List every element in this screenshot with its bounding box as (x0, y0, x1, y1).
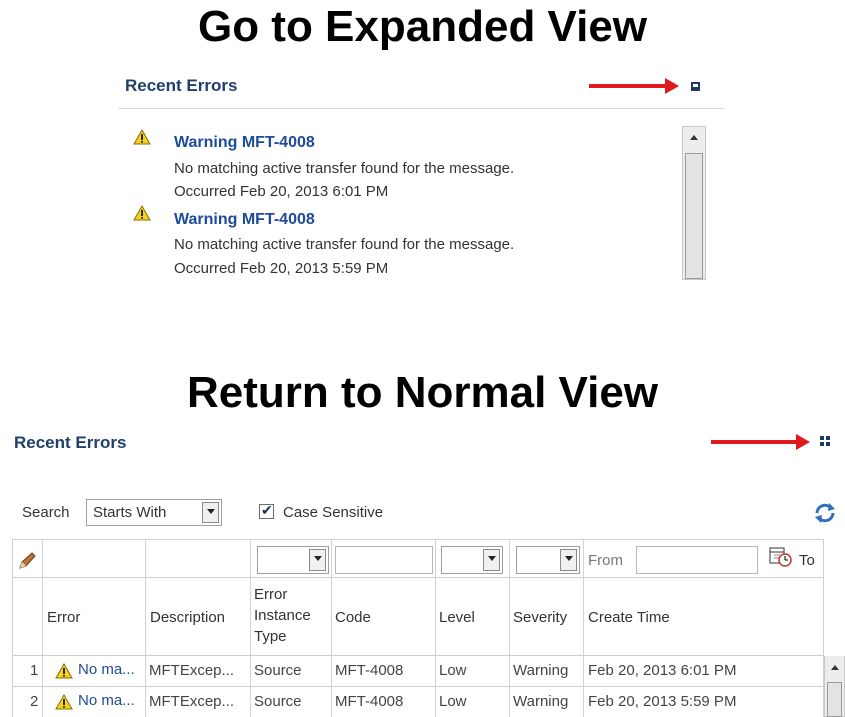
chevron-down-icon[interactable] (309, 549, 326, 571)
instance-type-filter[interactable] (257, 546, 329, 574)
column-header-error[interactable]: Error (47, 607, 80, 628)
warning-icon (133, 129, 151, 145)
column-header-severity[interactable]: Severity (513, 607, 567, 628)
column-header-code[interactable]: Code (335, 607, 371, 628)
cell-description: MFTExcep... (149, 662, 235, 679)
scroll-up-icon[interactable] (831, 665, 839, 670)
row-number: 1 (30, 662, 39, 679)
expanded-view-heading: Go to Expanded View (197, 2, 648, 51)
chevron-down-icon[interactable] (202, 502, 219, 523)
calendar-clock-icon[interactable] (768, 545, 794, 569)
error-link[interactable]: No ma... (78, 692, 135, 709)
occurred-label: Occurred (174, 260, 236, 277)
case-sensitive-checkbox[interactable] (259, 502, 274, 519)
normal-view-heading: Return to Normal View (186, 368, 659, 417)
level-filter[interactable] (441, 546, 503, 574)
warning-icon (55, 663, 73, 679)
errors-scrollbar[interactable] (682, 126, 706, 280)
column-header-create-time[interactable]: Create Time (588, 607, 670, 628)
cell-severity: Warning (513, 662, 569, 679)
occurred-value: Feb 20, 2013 5:59 PM (239, 260, 389, 277)
cell-severity: Warning (513, 693, 569, 710)
cell-create-time: Feb 20, 2013 6:01 PM (588, 662, 737, 679)
occurred-value: Feb 20, 2013 6:01 PM (239, 183, 389, 200)
severity-filter[interactable] (516, 546, 580, 574)
maximize-icon[interactable] (691, 82, 700, 91)
scrollbar-thumb[interactable] (685, 153, 703, 279)
cell-description: MFTExcep... (149, 693, 235, 710)
column-header-description[interactable]: Description (150, 607, 225, 628)
error-title-link[interactable]: Warning MFT-4008 (174, 134, 315, 152)
chevron-down-icon[interactable] (483, 549, 500, 571)
search-operator-value: Starts With (93, 504, 167, 521)
column-header-instance-type[interactable]: Error Instance Type (254, 584, 326, 647)
error-message: No matching active transfer found for th… (174, 160, 515, 177)
restore-icon[interactable] (820, 436, 830, 446)
from-label: From (588, 552, 623, 569)
occurred-label: Occurred (174, 183, 236, 200)
case-sensitive-label: Case Sensitive (283, 504, 384, 521)
panel-title: Recent Errors (14, 433, 127, 452)
panel-title: Recent Errors (125, 76, 238, 95)
pencil-icon[interactable] (17, 551, 37, 571)
cell-level: Low (439, 662, 467, 679)
cell-instance-type: Source (254, 662, 302, 679)
grid-line (12, 577, 824, 578)
table-scrollbar[interactable] (824, 656, 845, 717)
pointer-arrow-line (711, 440, 797, 444)
code-filter-input[interactable] (335, 546, 433, 574)
chevron-down-icon[interactable] (560, 549, 577, 571)
table-row[interactable]: 2 No ma... MFTExcep... Source MFT-4008 L… (12, 687, 824, 717)
error-link[interactable]: No ma... (78, 661, 135, 678)
error-occurred: Occurred Feb 20, 2013 6:01 PM (174, 183, 388, 200)
cell-create-time: Feb 20, 2013 5:59 PM (588, 693, 737, 710)
search-label: Search (22, 504, 70, 521)
error-message: No matching active transfer found for th… (174, 236, 515, 253)
warning-icon (133, 205, 151, 221)
error-occurred: Occurred Feb 20, 2013 5:59 PM (174, 260, 388, 277)
to-label: To (799, 552, 815, 569)
pointer-arrow-line (589, 84, 666, 88)
cell-instance-type: Source (254, 693, 302, 710)
row-number: 2 (30, 693, 39, 710)
cell-level: Low (439, 693, 467, 710)
panel-header-divider (118, 108, 724, 109)
table-row[interactable]: 1 No ma... MFTExcep... Source MFT-4008 L… (12, 656, 824, 686)
warning-icon (55, 694, 73, 710)
cell-code: MFT-4008 (335, 662, 404, 679)
scroll-up-icon[interactable] (690, 135, 698, 140)
pointer-arrow-head (796, 434, 810, 450)
scrollbar-thumb[interactable] (827, 682, 842, 717)
pointer-arrow-head (665, 78, 679, 94)
refresh-icon[interactable] (812, 500, 838, 526)
column-header-level[interactable]: Level (439, 607, 475, 628)
search-operator-select[interactable]: Starts With (86, 499, 222, 526)
cell-code: MFT-4008 (335, 693, 404, 710)
error-title-link[interactable]: Warning MFT-4008 (174, 211, 315, 229)
create-time-from-input[interactable] (636, 546, 758, 574)
